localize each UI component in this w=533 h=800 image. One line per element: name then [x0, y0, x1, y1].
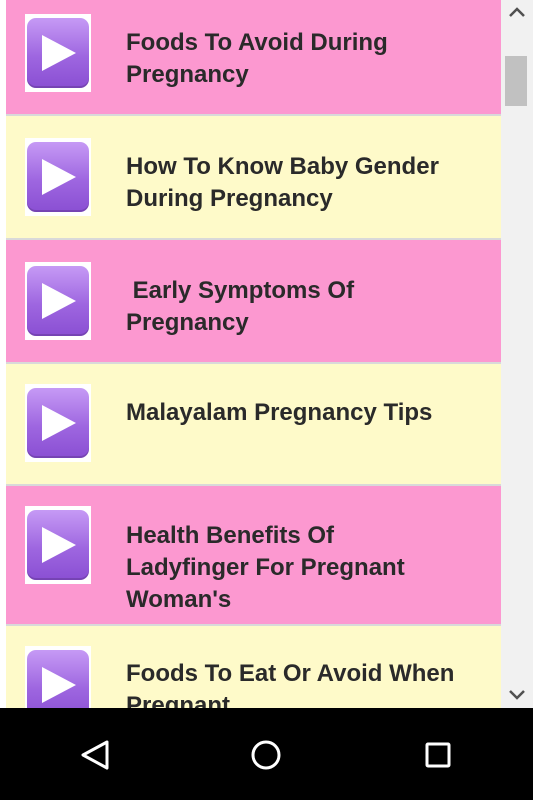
- scrollbar[interactable]: [501, 0, 533, 708]
- thumbnail: [25, 138, 91, 216]
- thumbnail: [25, 506, 91, 584]
- title-line: Pregnant: [126, 692, 231, 708]
- item-title: Foods To Avoid During Pregnancy: [126, 27, 491, 91]
- list-item[interactable]: How To Know Baby Gender During Pregnancy: [6, 116, 501, 240]
- play-video-icon: [27, 388, 89, 458]
- back-triangle-icon[interactable]: [70, 730, 120, 780]
- title-line: Woman's: [126, 586, 232, 613]
- title-line: Pregnancy: [126, 61, 249, 88]
- title-line: Foods To Eat Or Avoid When: [126, 660, 455, 687]
- list-item[interactable]: Health Benefits Of Ladyfinger For Pregna…: [6, 486, 501, 626]
- list-item[interactable]: Foods To Avoid During Pregnancy: [6, 0, 501, 116]
- title-line: Early Symptoms Of: [126, 277, 355, 304]
- play-video-icon: [27, 650, 89, 708]
- scroll-up-arrow-icon[interactable]: [501, 0, 533, 26]
- video-list: Foods To Avoid During Pregnancy How To K…: [6, 0, 501, 708]
- list-item[interactable]: Malayalam Pregnancy Tips: [6, 364, 501, 486]
- title-line: Malayalam Pregnancy Tips: [126, 399, 433, 426]
- system-nav-bar: [0, 708, 533, 800]
- scrollbar-thumb[interactable]: [505, 56, 527, 106]
- title-line: How To Know Baby Gender: [126, 153, 439, 180]
- play-video-icon: [27, 266, 89, 336]
- item-title: Foods To Eat Or Avoid When Pregnant: [126, 658, 491, 708]
- item-title: Malayalam Pregnancy Tips: [126, 397, 491, 429]
- scroll-down-arrow-icon[interactable]: [501, 682, 533, 708]
- title-line: Health Benefits Of: [126, 522, 335, 549]
- play-video-icon: [27, 18, 89, 88]
- thumbnail: [25, 384, 91, 462]
- title-line: Foods To Avoid During: [126, 29, 388, 56]
- item-title: Early Symptoms Of Pregnancy: [126, 275, 491, 339]
- title-line: During Pregnancy: [126, 185, 333, 212]
- thumbnail: [25, 646, 91, 708]
- list-item[interactable]: Early Symptoms Of Pregnancy: [6, 240, 501, 364]
- title-line: Ladyfinger For Pregnant: [126, 554, 405, 581]
- app-screen: Foods To Avoid During Pregnancy How To K…: [0, 0, 533, 708]
- item-title: How To Know Baby Gender During Pregnancy: [126, 151, 491, 215]
- item-title: Health Benefits Of Ladyfinger For Pregna…: [126, 520, 491, 616]
- thumbnail: [25, 14, 91, 92]
- recents-square-icon[interactable]: [413, 730, 463, 780]
- home-circle-icon[interactable]: [241, 730, 291, 780]
- title-line: Pregnancy: [126, 309, 249, 336]
- play-video-icon: [27, 142, 89, 212]
- play-video-icon: [27, 510, 89, 580]
- list-item[interactable]: Foods To Eat Or Avoid When Pregnant: [6, 626, 501, 708]
- thumbnail: [25, 262, 91, 340]
